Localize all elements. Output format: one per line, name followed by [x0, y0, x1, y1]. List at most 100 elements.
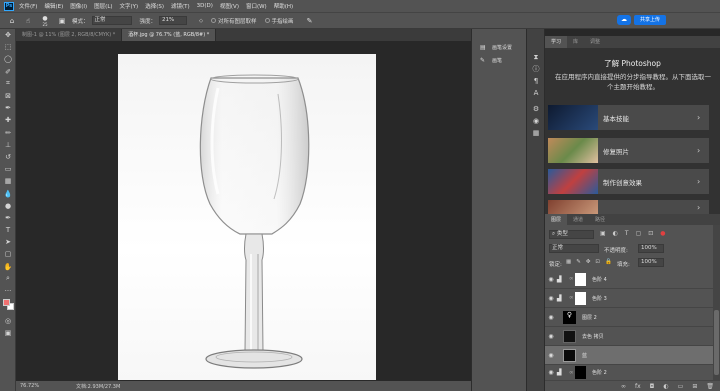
- zoom-level[interactable]: 76.72%: [16, 383, 39, 389]
- visibility-eye-icon[interactable]: ◉: [545, 314, 557, 321]
- quick-mask-icon[interactable]: ◎: [0, 315, 16, 327]
- fx-icon[interactable]: fx: [635, 383, 641, 390]
- doc-tab-1[interactable]: 制图-1 @ 11% (图层 2, RGB/8/CMYK) *: [16, 29, 123, 41]
- screen-mode-icon[interactable]: ▣: [0, 327, 16, 339]
- brush-settings-panel-button[interactable]: ▤ 画笔设置: [472, 41, 526, 54]
- layer-mask-thumbnail[interactable]: [575, 272, 586, 286]
- color-swatches[interactable]: [0, 297, 16, 315]
- filter-adjust-icon[interactable]: ◐: [613, 230, 618, 237]
- properties-icon[interactable]: ⚙: [527, 103, 545, 115]
- visibility-eye-icon[interactable]: ◉: [545, 276, 557, 283]
- link-layers-icon[interactable]: ∞: [621, 383, 626, 390]
- history-icon[interactable]: ⧗: [527, 51, 545, 63]
- tab-channels[interactable]: 通道: [567, 214, 589, 225]
- layer-thumbnail[interactable]: [563, 329, 576, 343]
- character-icon[interactable]: A: [527, 87, 545, 99]
- layer-mask-thumbnail[interactable]: [575, 366, 586, 379]
- menu-layer[interactable]: 图层(L): [94, 2, 112, 10]
- cloud-icon[interactable]: ☁: [617, 15, 631, 25]
- scrollbar-thumb[interactable]: [714, 310, 719, 375]
- finger-paint-checkbox[interactable]: [264, 18, 270, 23]
- menu-view[interactable]: 视图(V): [220, 2, 239, 10]
- filter-smart-icon[interactable]: ⊡: [648, 230, 653, 237]
- document-canvas[interactable]: [118, 54, 376, 380]
- eraser-tool-icon[interactable]: ▭: [0, 163, 16, 175]
- menu-filter[interactable]: 滤镜(T): [171, 2, 190, 10]
- layer-name[interactable]: 去色 拷贝: [582, 333, 604, 340]
- layer-name[interactable]: 色阶 3: [592, 295, 607, 302]
- layer-thumbnail[interactable]: ♀: [563, 310, 576, 324]
- delete-layer-icon[interactable]: 🗑: [706, 383, 714, 390]
- opacity-input[interactable]: 100%: [638, 244, 664, 253]
- menu-select[interactable]: 选择(S): [145, 2, 164, 10]
- menu-image[interactable]: 图像(I): [70, 2, 87, 10]
- lock-all-icon[interactable]: 🔒: [605, 259, 612, 265]
- dodge-tool-icon[interactable]: ●: [0, 200, 16, 212]
- zoom-tool-icon[interactable]: ⌕: [0, 273, 16, 285]
- layer-name[interactable]: 图层 2: [582, 314, 597, 321]
- new-group-icon[interactable]: ▭: [678, 383, 684, 390]
- lock-transparent-icon[interactable]: ▦: [566, 259, 571, 265]
- new-layer-icon[interactable]: ⊞: [692, 383, 697, 390]
- menu-3d[interactable]: 3D(D): [197, 3, 213, 9]
- shape-tool-icon[interactable]: ▢: [0, 248, 16, 260]
- sample-all-checkbox[interactable]: [211, 18, 217, 23]
- tab-libraries[interactable]: 库: [567, 36, 584, 48]
- lock-paint-icon[interactable]: ✎: [576, 259, 581, 265]
- visibility-eye-icon[interactable]: ◉: [545, 369, 557, 376]
- blend-mode-select[interactable]: 正常: [549, 244, 599, 253]
- lasso-tool-icon[interactable]: ◯: [0, 53, 16, 65]
- brush-preset-picker[interactable]: ● 25: [38, 15, 52, 27]
- home-icon[interactable]: ⌂: [6, 15, 18, 26]
- strength-input[interactable]: 21%: [159, 16, 188, 25]
- new-adjustment-icon[interactable]: ◐: [663, 383, 668, 390]
- frame-tool-icon[interactable]: ⊠: [0, 90, 16, 102]
- layer-row[interactable]: ◉ ▟ ∞ 色阶 3: [545, 289, 713, 308]
- layer-row[interactable]: ◉ ▟ ∞ 色阶 4: [545, 270, 713, 289]
- filter-shape-icon[interactable]: ▢: [636, 230, 642, 237]
- pen-tool-icon[interactable]: ✒: [0, 212, 16, 224]
- move-tool-icon[interactable]: ✥: [0, 29, 16, 41]
- layer-thumbnail[interactable]: [563, 348, 576, 362]
- menu-type[interactable]: 文字(Y): [120, 2, 139, 10]
- filter-pixel-icon[interactable]: ▣: [600, 230, 606, 237]
- pressure-strength-icon[interactable]: ✎: [304, 15, 316, 26]
- info-icon[interactable]: ⓘ: [527, 63, 545, 75]
- healing-brush-tool-icon[interactable]: ✚: [0, 114, 16, 126]
- crop-tool-icon[interactable]: ⌗: [0, 78, 16, 90]
- doc-size-info[interactable]: 文档:2.93M/27.3M: [38, 383, 120, 390]
- add-mask-icon[interactable]: ◘: [650, 383, 655, 390]
- more-tools-icon[interactable]: ···: [0, 285, 16, 297]
- doc-tab-2[interactable]: 酒杯.jpg @ 76.7% (蓝, RGB/8#) *: [122, 29, 217, 41]
- hand-tool-icon[interactable]: ✋: [0, 261, 16, 273]
- menu-file[interactable]: 文件(F): [19, 2, 37, 10]
- share-button[interactable]: 共享上传: [634, 15, 666, 25]
- menu-edit[interactable]: 编辑(E): [44, 2, 63, 10]
- history-brush-tool-icon[interactable]: ↺: [0, 151, 16, 163]
- tab-layers[interactable]: 图层: [545, 214, 568, 225]
- layer-row-selected[interactable]: ◉ 蓝: [545, 346, 713, 365]
- lock-artboard-icon[interactable]: ⊡: [595, 259, 600, 265]
- smudge-tool-preset-icon[interactable]: ☝: [22, 15, 34, 26]
- layer-row[interactable]: ◉ ▟ ∞ 色阶 2: [545, 365, 713, 381]
- layers-scrollbar[interactable]: [713, 225, 720, 381]
- visibility-eye-icon[interactable]: ◉: [545, 295, 557, 302]
- layer-mask-thumbnail[interactable]: [575, 291, 586, 305]
- gradient-tool-icon[interactable]: ▦: [0, 175, 16, 187]
- learn-card-partial[interactable]: ›: [548, 200, 709, 214]
- tab-paths[interactable]: 路径: [589, 214, 611, 225]
- filter-toggle-icon[interactable]: ●: [660, 230, 665, 237]
- brush-settings-toggle-icon[interactable]: ▣: [56, 15, 68, 26]
- marquee-tool-icon[interactable]: ⬚: [0, 41, 16, 53]
- visibility-eye-icon[interactable]: ◉: [545, 333, 557, 340]
- type-tool-icon[interactable]: T: [0, 224, 16, 236]
- path-select-tool-icon[interactable]: ➤: [0, 236, 16, 248]
- lock-position-icon[interactable]: ✥: [586, 259, 591, 265]
- eyedropper-tool-icon[interactable]: ✒: [0, 102, 16, 114]
- menu-help[interactable]: 帮助(H): [274, 2, 293, 10]
- menu-window[interactable]: 窗口(W): [246, 2, 267, 10]
- layer-name[interactable]: 色阶 4: [592, 276, 607, 283]
- mode-select[interactable]: 正常: [91, 16, 132, 25]
- visibility-eye-icon[interactable]: ◉: [545, 352, 557, 359]
- layer-filter-select[interactable]: ⌕ 类型: [549, 230, 594, 239]
